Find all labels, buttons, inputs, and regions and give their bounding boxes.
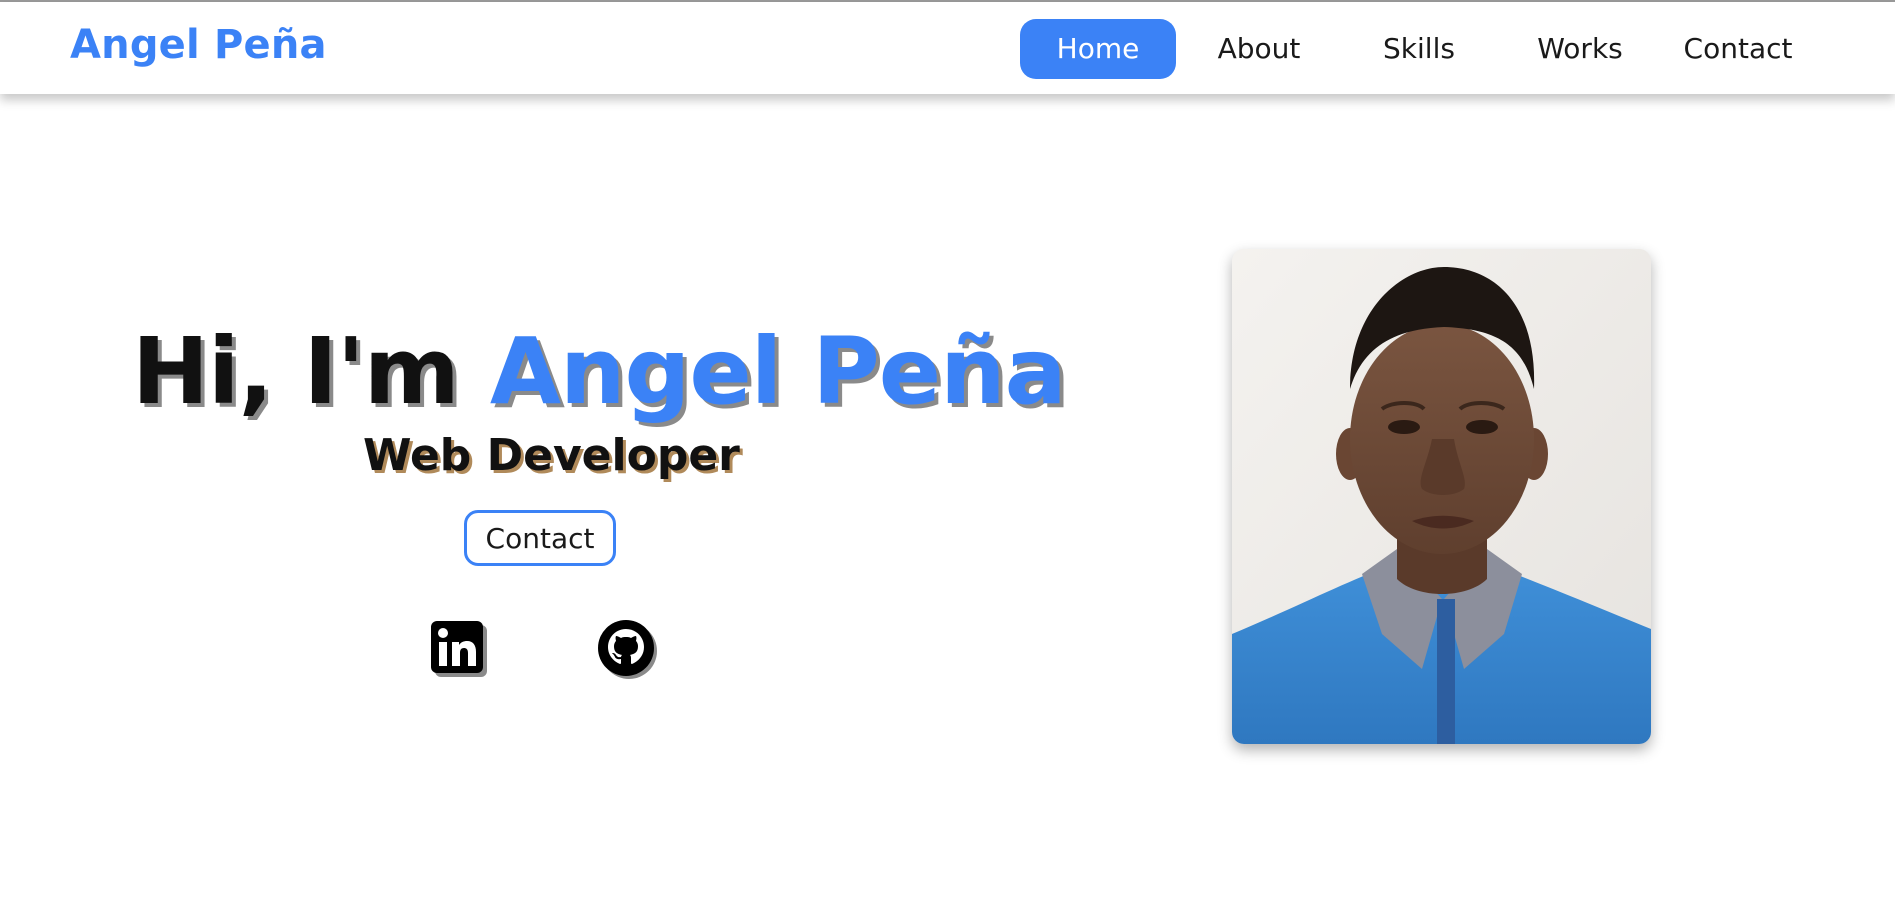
nav-item-about[interactable]: About	[1188, 19, 1330, 79]
linkedin-link[interactable]	[428, 618, 490, 680]
nav-item-contact[interactable]: Contact	[1667, 19, 1809, 79]
profile-portrait-image	[1232, 249, 1651, 744]
nav-item-skills[interactable]: Skills	[1348, 19, 1490, 79]
hero-role: Web Developer	[363, 430, 740, 481]
hero-heading: Hi, I'm Angel Peña	[132, 318, 1067, 425]
hero-greeting: Hi, I'm	[132, 318, 490, 425]
linkedin-icon	[431, 621, 487, 677]
nav-item-works[interactable]: Works	[1509, 19, 1651, 79]
github-link[interactable]	[596, 618, 658, 680]
nav-item-home[interactable]: Home	[1020, 19, 1176, 79]
site-logo[interactable]: Angel Peña	[70, 22, 327, 68]
hero-name: Angel Peña	[489, 318, 1067, 425]
profile-photo	[1232, 249, 1651, 744]
top-navbar: Angel Peña Home About Skills Works Conta…	[0, 2, 1895, 94]
github-icon	[598, 620, 657, 679]
contact-button[interactable]: Contact	[464, 510, 616, 566]
